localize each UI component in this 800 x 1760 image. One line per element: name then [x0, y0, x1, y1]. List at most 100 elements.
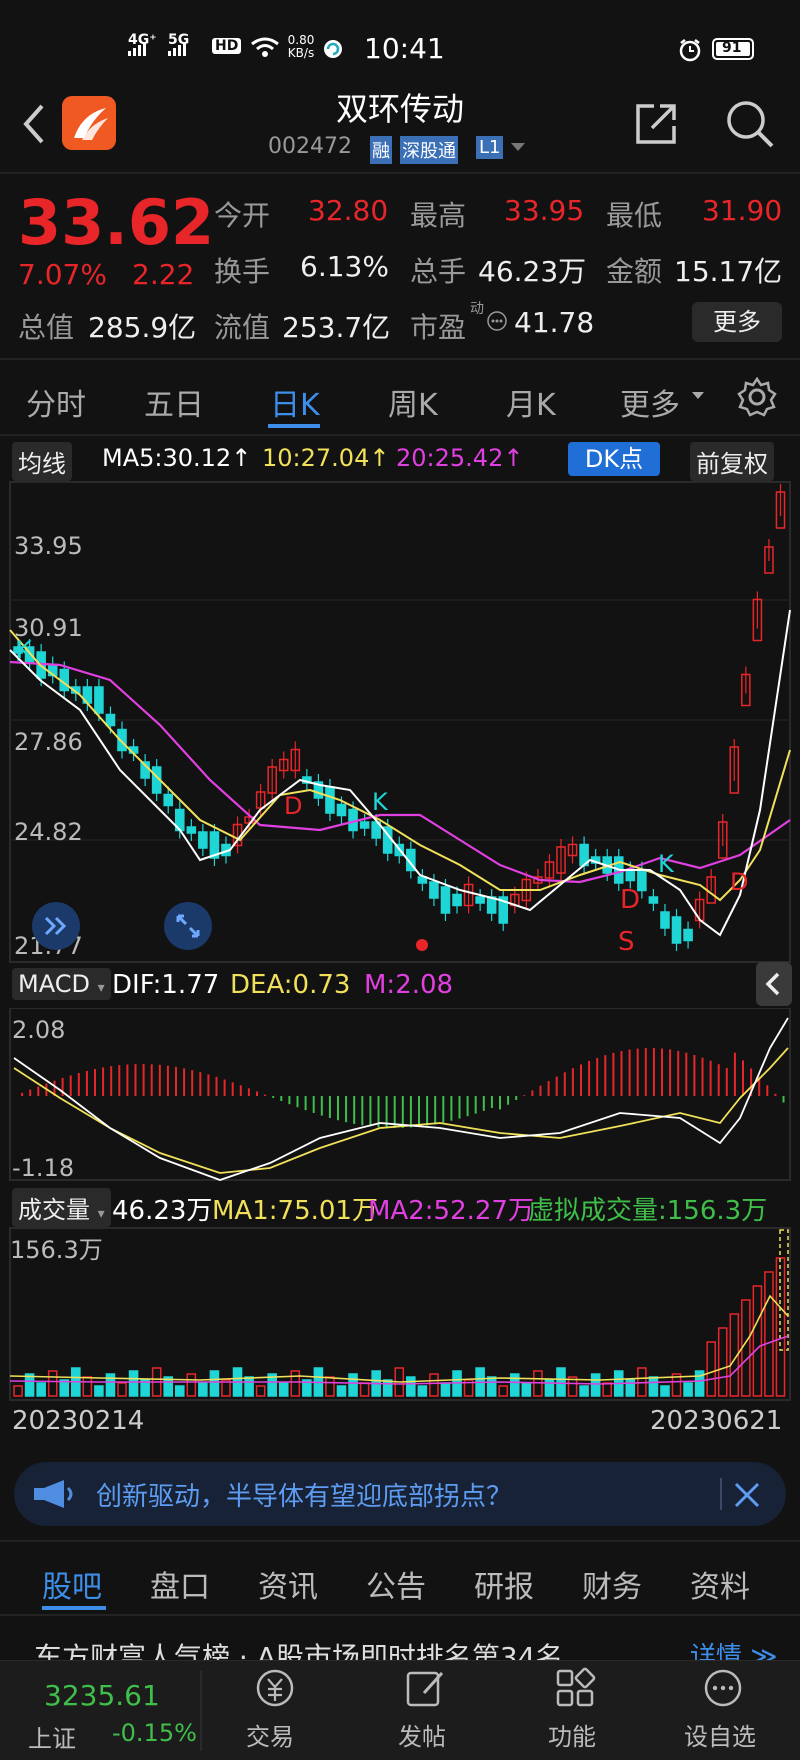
mcap-label: 总值 [18, 311, 75, 344]
tab-five-day[interactable]: 五日 [144, 380, 204, 424]
trade-icon[interactable] [254, 1667, 296, 1709]
volume-bar [24, 1373, 35, 1397]
function-icon[interactable] [554, 1667, 596, 1709]
tab-pankou[interactable]: 盘口 [150, 1562, 210, 1606]
volume-ma1: MA1:75.01万 [212, 1196, 378, 1226]
mark-d-3: D [730, 868, 748, 896]
ma-selector[interactable]: 均线 [12, 442, 72, 481]
volume-bar [348, 1373, 358, 1397]
tab-profile[interactable]: 资料 [690, 1562, 750, 1606]
chevron-down-icon-tabs[interactable] [692, 392, 704, 400]
macd-top: 2.08 [12, 1016, 65, 1044]
search-icon[interactable] [724, 98, 776, 150]
sync-icon [324, 40, 342, 58]
clock: 10:41 [364, 32, 445, 65]
amount-label: 金额 [606, 255, 663, 288]
collapse-panel-button[interactable] [756, 962, 792, 1006]
volume-bar [290, 1370, 301, 1397]
volume-bar [382, 1379, 393, 1397]
dock-function[interactable]: 功能 [548, 1717, 596, 1752]
kline-chart[interactable]: 33.95 30.91 27.86 24.82 21.77 K D K D S … [0, 480, 800, 964]
post-icon[interactable] [404, 1667, 446, 1709]
volume-bar [186, 1373, 197, 1397]
more-quote-button[interactable]: 更多 [692, 302, 782, 342]
volume-bar [105, 1373, 116, 1397]
fullscreen-icon[interactable] [164, 902, 212, 950]
tab-news[interactable]: 资讯 [258, 1562, 318, 1606]
dock-add-watchlist[interactable]: 设自选 [684, 1717, 756, 1752]
tab-finance[interactable]: 财务 [582, 1562, 642, 1606]
net-speed: 0.80 KB/s [287, 33, 315, 60]
macd-selector[interactable]: MACD ▾ [12, 968, 111, 1000]
dk-point-button[interactable]: DK点 [568, 442, 660, 476]
volume-bar [486, 1376, 497, 1397]
y-tick-3: 24.82 [14, 818, 83, 846]
share-icon[interactable] [632, 100, 680, 148]
volume-bar [336, 1385, 347, 1397]
tab-announcements[interactable]: 公告 [366, 1562, 426, 1606]
volume-bar [278, 1382, 289, 1397]
dock-post[interactable]: 发帖 [398, 1717, 446, 1752]
tab-weekly-k[interactable]: 周K [388, 380, 438, 424]
volume-bar [717, 1327, 728, 1397]
volume-bar [429, 1373, 439, 1397]
tab-daily-k[interactable]: 日K [270, 380, 320, 424]
signal-dot [416, 939, 428, 951]
chevron-down-icon[interactable] [510, 142, 526, 152]
index-change: -0.15% [112, 1719, 197, 1747]
volume-bar [498, 1385, 509, 1397]
dock-trade[interactable]: 交易 [246, 1717, 294, 1752]
index-value: 3235.61 [44, 1679, 160, 1712]
tab-more[interactable]: 更多 [620, 380, 680, 424]
volume-selector[interactable]: 成交量 ▾ [12, 1188, 111, 1227]
tab-monthly-k[interactable]: 月K [506, 380, 556, 424]
y-tick-0: 33.95 [14, 532, 83, 560]
bottom-dock: 3235.61 上证 -0.15% 交易 发帖 功能 设自选 [0, 1660, 800, 1760]
expand-left-icon[interactable] [32, 902, 80, 950]
high-label: 最高 [410, 199, 467, 232]
gear-icon[interactable] [736, 376, 778, 418]
ma20-value: 20:25.42↑ [396, 444, 524, 472]
volume-bar [255, 1385, 266, 1397]
tag-connect: 深股通 [400, 136, 458, 164]
volume-ma2: MA2:52.27万 [368, 1196, 534, 1226]
info-dots-icon[interactable] [486, 310, 508, 332]
pe-sup: 动 [470, 301, 484, 317]
turnover-label: 换手 [214, 255, 271, 288]
alarm-icon [679, 39, 701, 62]
news-text[interactable]: 创新驱动，半导体有望迎底部拐点？ [96, 1476, 512, 1513]
pe-label: 市盈 [410, 311, 467, 344]
wifi-icon [251, 37, 279, 57]
volume-bar [648, 1376, 659, 1397]
tab-research[interactable]: 研报 [474, 1562, 534, 1606]
volume-label: 总手 [410, 255, 467, 288]
volume-bar [209, 1370, 220, 1397]
pe-value: 41.78 [514, 306, 595, 339]
tab-guba[interactable]: 股吧 [42, 1562, 102, 1606]
tab-intraday[interactable]: 分时 [26, 380, 86, 424]
volume-bar [706, 1341, 716, 1397]
volume-top: 156.3万 [10, 1236, 103, 1264]
tab-active-indicator [268, 424, 320, 428]
signal-icon-2 [168, 42, 186, 56]
low-value: 31.90 [702, 194, 783, 227]
last-price: 33.62 [18, 186, 215, 259]
volume-bar [590, 1373, 601, 1397]
news-banner[interactable]: 创新驱动，半导体有望迎底部拐点？ [14, 1462, 786, 1526]
hd-badge: HD [212, 38, 242, 54]
volume-current: 46.23万 [112, 1196, 213, 1226]
stock-name: 双环传动 [335, 90, 464, 128]
float-label: 流值 [214, 311, 271, 344]
close-icon[interactable] [732, 1480, 762, 1510]
open-value: 32.80 [308, 194, 389, 227]
adjust-button[interactable]: 前复权 [690, 442, 774, 481]
mark-k-1: K [16, 636, 33, 664]
more-dots-icon[interactable] [702, 1667, 744, 1709]
macd-chart[interactable]: 2.08 -1.18 [0, 1008, 800, 1182]
mark-d-2: D [620, 885, 640, 915]
dif-value: DIF:1.77 [112, 970, 220, 1000]
volume-bar [36, 1382, 46, 1397]
volume-chart[interactable]: 156.3万 [0, 1226, 800, 1402]
volume-value: 46.23万 [478, 255, 587, 288]
volume-bar [417, 1385, 428, 1397]
